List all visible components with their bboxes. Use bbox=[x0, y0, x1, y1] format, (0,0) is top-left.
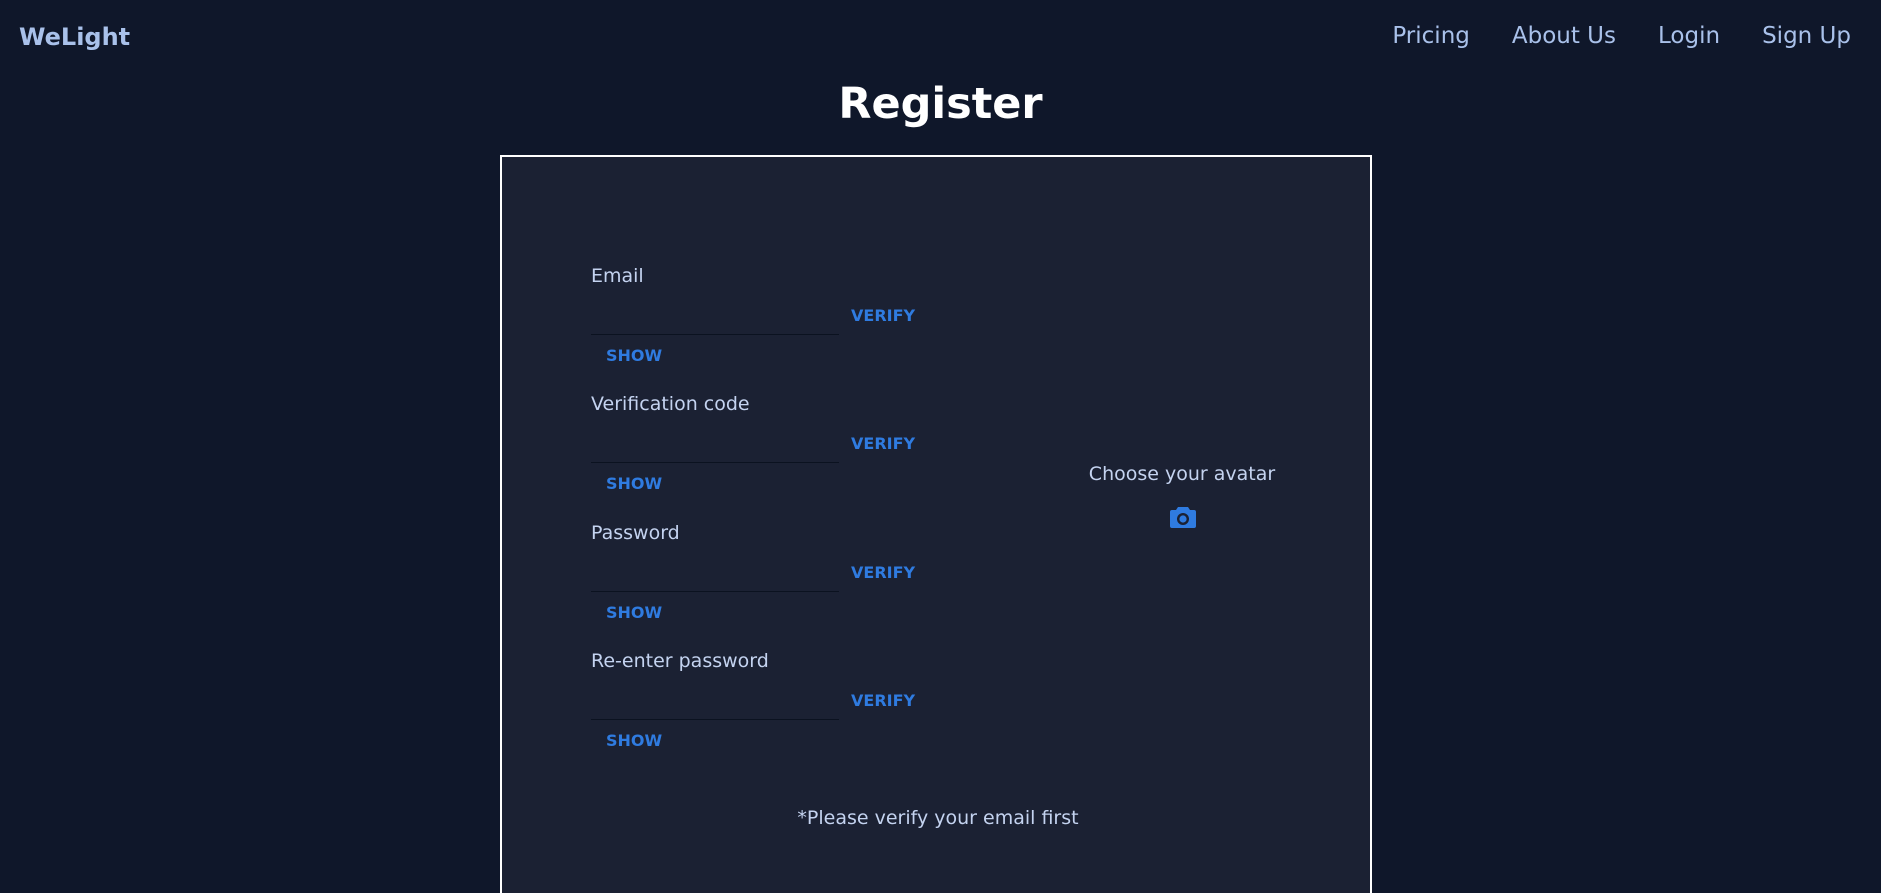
password-verify-button[interactable]: VERIFY bbox=[851, 562, 915, 584]
nav-link-about-us[interactable]: About Us bbox=[1512, 20, 1616, 52]
verification-code-field-group: Verification code VERIFY SHOW bbox=[591, 391, 921, 501]
password-show-button[interactable]: SHOW bbox=[606, 602, 662, 624]
verification-code-show-button[interactable]: SHOW bbox=[606, 473, 662, 495]
reenter-password-label: Re-enter password bbox=[591, 650, 769, 672]
reenter-password-verify-button[interactable]: VERIFY bbox=[851, 690, 915, 712]
nav-link-sign-up[interactable]: Sign Up bbox=[1762, 20, 1851, 52]
nav-links: Pricing About Us Login Sign Up bbox=[1392, 20, 1851, 52]
reenter-password-input[interactable] bbox=[591, 682, 839, 720]
email-verify-button[interactable]: VERIFY bbox=[851, 305, 915, 327]
password-field-group: Password VERIFY SHOW bbox=[591, 520, 921, 630]
top-nav: WeLight Pricing About Us Login Sign Up bbox=[0, 0, 1881, 74]
verification-code-input[interactable] bbox=[591, 425, 839, 463]
nav-link-pricing[interactable]: Pricing bbox=[1392, 20, 1470, 52]
avatar-picker: Choose your avatar bbox=[1062, 461, 1302, 541]
password-label: Password bbox=[591, 522, 680, 544]
page-title: Register bbox=[838, 79, 1043, 129]
brand-logo[interactable]: WeLight bbox=[19, 21, 130, 53]
reenter-password-field-group: Re-enter password VERIFY SHOW bbox=[591, 648, 921, 758]
email-input[interactable] bbox=[591, 297, 839, 335]
email-field-group: Email VERIFY SHOW bbox=[591, 263, 921, 373]
verification-code-label: Verification code bbox=[591, 393, 750, 415]
register-card: Email VERIFY SHOW Verification code VERI… bbox=[500, 155, 1372, 893]
nav-link-login[interactable]: Login bbox=[1658, 20, 1720, 52]
email-label: Email bbox=[591, 265, 644, 287]
password-input[interactable] bbox=[591, 554, 839, 592]
email-show-button[interactable]: SHOW bbox=[606, 345, 662, 367]
avatar-label: Choose your avatar bbox=[1088, 463, 1276, 485]
verify-email-notice: *Please verify your email first bbox=[797, 807, 1079, 829]
register-page: WeLight Pricing About Us Login Sign Up R… bbox=[0, 0, 1881, 893]
reenter-password-show-button[interactable]: SHOW bbox=[606, 730, 662, 752]
verification-code-verify-button[interactable]: VERIFY bbox=[851, 433, 915, 455]
camera-icon[interactable] bbox=[1169, 505, 1197, 529]
